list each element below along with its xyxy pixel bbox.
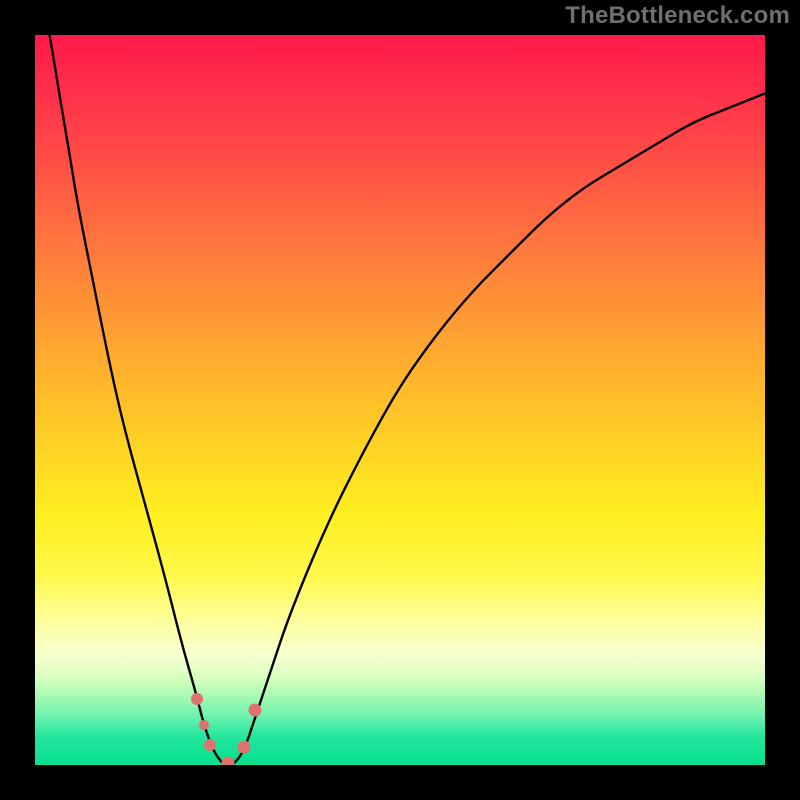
chart-frame: TheBottleneck.com (0, 0, 800, 800)
plot-area (35, 35, 765, 765)
watermark-text: TheBottleneck.com (565, 2, 790, 30)
data-marker (222, 756, 235, 765)
data-marker (191, 693, 203, 705)
data-markers (35, 35, 765, 765)
data-marker (237, 740, 250, 753)
data-marker (249, 704, 262, 717)
data-marker (204, 739, 216, 751)
data-marker (199, 720, 209, 730)
